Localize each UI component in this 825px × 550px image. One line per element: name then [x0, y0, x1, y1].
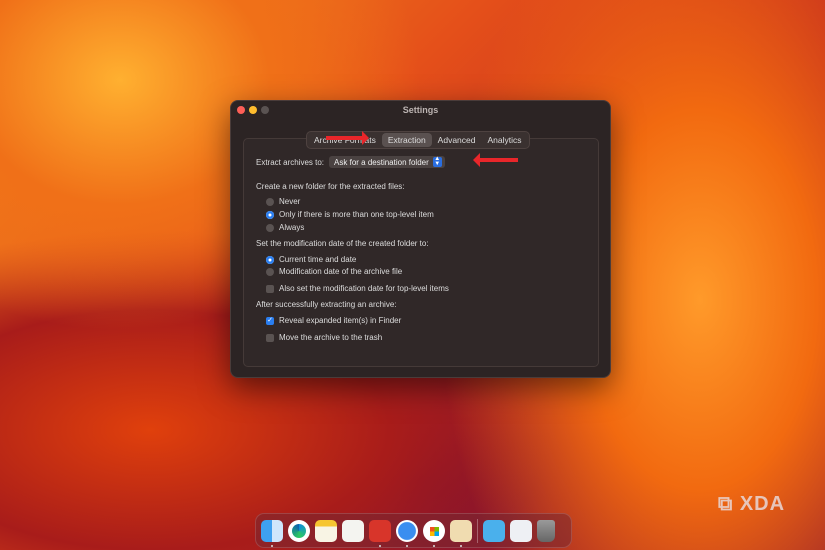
radio-always[interactable]: Always — [266, 223, 304, 232]
archive-utility-icon[interactable] — [450, 519, 472, 547]
notes-icon[interactable] — [315, 519, 337, 542]
after-heading: After successfully extracting an archive… — [256, 300, 397, 309]
safari-icon[interactable] — [396, 519, 418, 547]
trash-icon[interactable] — [537, 519, 555, 542]
presentation-icon[interactable] — [369, 519, 391, 547]
radio-only-if-more[interactable]: Only if there is more than one top-level… — [266, 210, 434, 219]
zoom-button[interactable] — [261, 106, 269, 114]
microsoft-store-icon[interactable] — [423, 519, 445, 547]
window-title: Settings — [402, 105, 439, 115]
extract-destination-select[interactable]: Ask for a destination folder ▲ ▼ — [329, 156, 445, 168]
chevron-updown-icon: ▲ ▼ — [432, 156, 442, 167]
tab-advanced[interactable]: Advanced — [432, 133, 482, 147]
title-bar: Settings — [231, 101, 610, 119]
mod-date-heading: Set the modification date of the created… — [256, 239, 429, 248]
extract-row: Extract archives to: Ask for a destinati… — [256, 156, 445, 168]
textedit-icon[interactable] — [342, 519, 364, 542]
select-value: Ask for a destination folder — [334, 157, 429, 167]
annotation-arrow-right: .arrow.r::after{} — [326, 131, 369, 145]
radio-archive-date[interactable]: Modification date of the archive file — [266, 267, 402, 276]
checkbox-move-trash[interactable]: Move the archive to the trash — [266, 333, 382, 342]
settings-window: Settings Archive Formats Extraction Adva… — [230, 100, 611, 378]
radio-never[interactable]: Never — [266, 197, 300, 206]
checkbox-top-level-date[interactable]: Also set the modification date for top-l… — [266, 284, 449, 293]
preview-icon[interactable] — [510, 519, 532, 542]
annotation-arrow-left — [473, 153, 518, 167]
tab-bar: Archive Formats Extraction Advanced Anal… — [306, 131, 530, 149]
dock — [255, 513, 572, 548]
tab-analytics[interactable]: Analytics — [481, 133, 527, 147]
close-button[interactable] — [237, 106, 245, 114]
edge-icon[interactable] — [288, 519, 310, 542]
new-folder-heading: Create a new folder for the extracted fi… — [256, 182, 405, 191]
extract-label: Extract archives to: — [256, 157, 325, 167]
xda-watermark: ⧉ XDA — [718, 493, 786, 515]
finder-icon[interactable] — [261, 519, 283, 547]
checkbox-reveal-finder[interactable]: ✓ Reveal expanded item(s) in Finder — [266, 316, 401, 325]
downloads-folder-icon[interactable] — [483, 519, 505, 542]
tab-extraction[interactable]: Extraction — [381, 133, 432, 147]
dock-separator — [477, 518, 478, 543]
radio-current-time[interactable]: Current time and date — [266, 255, 356, 264]
minimize-button[interactable] — [249, 106, 257, 114]
